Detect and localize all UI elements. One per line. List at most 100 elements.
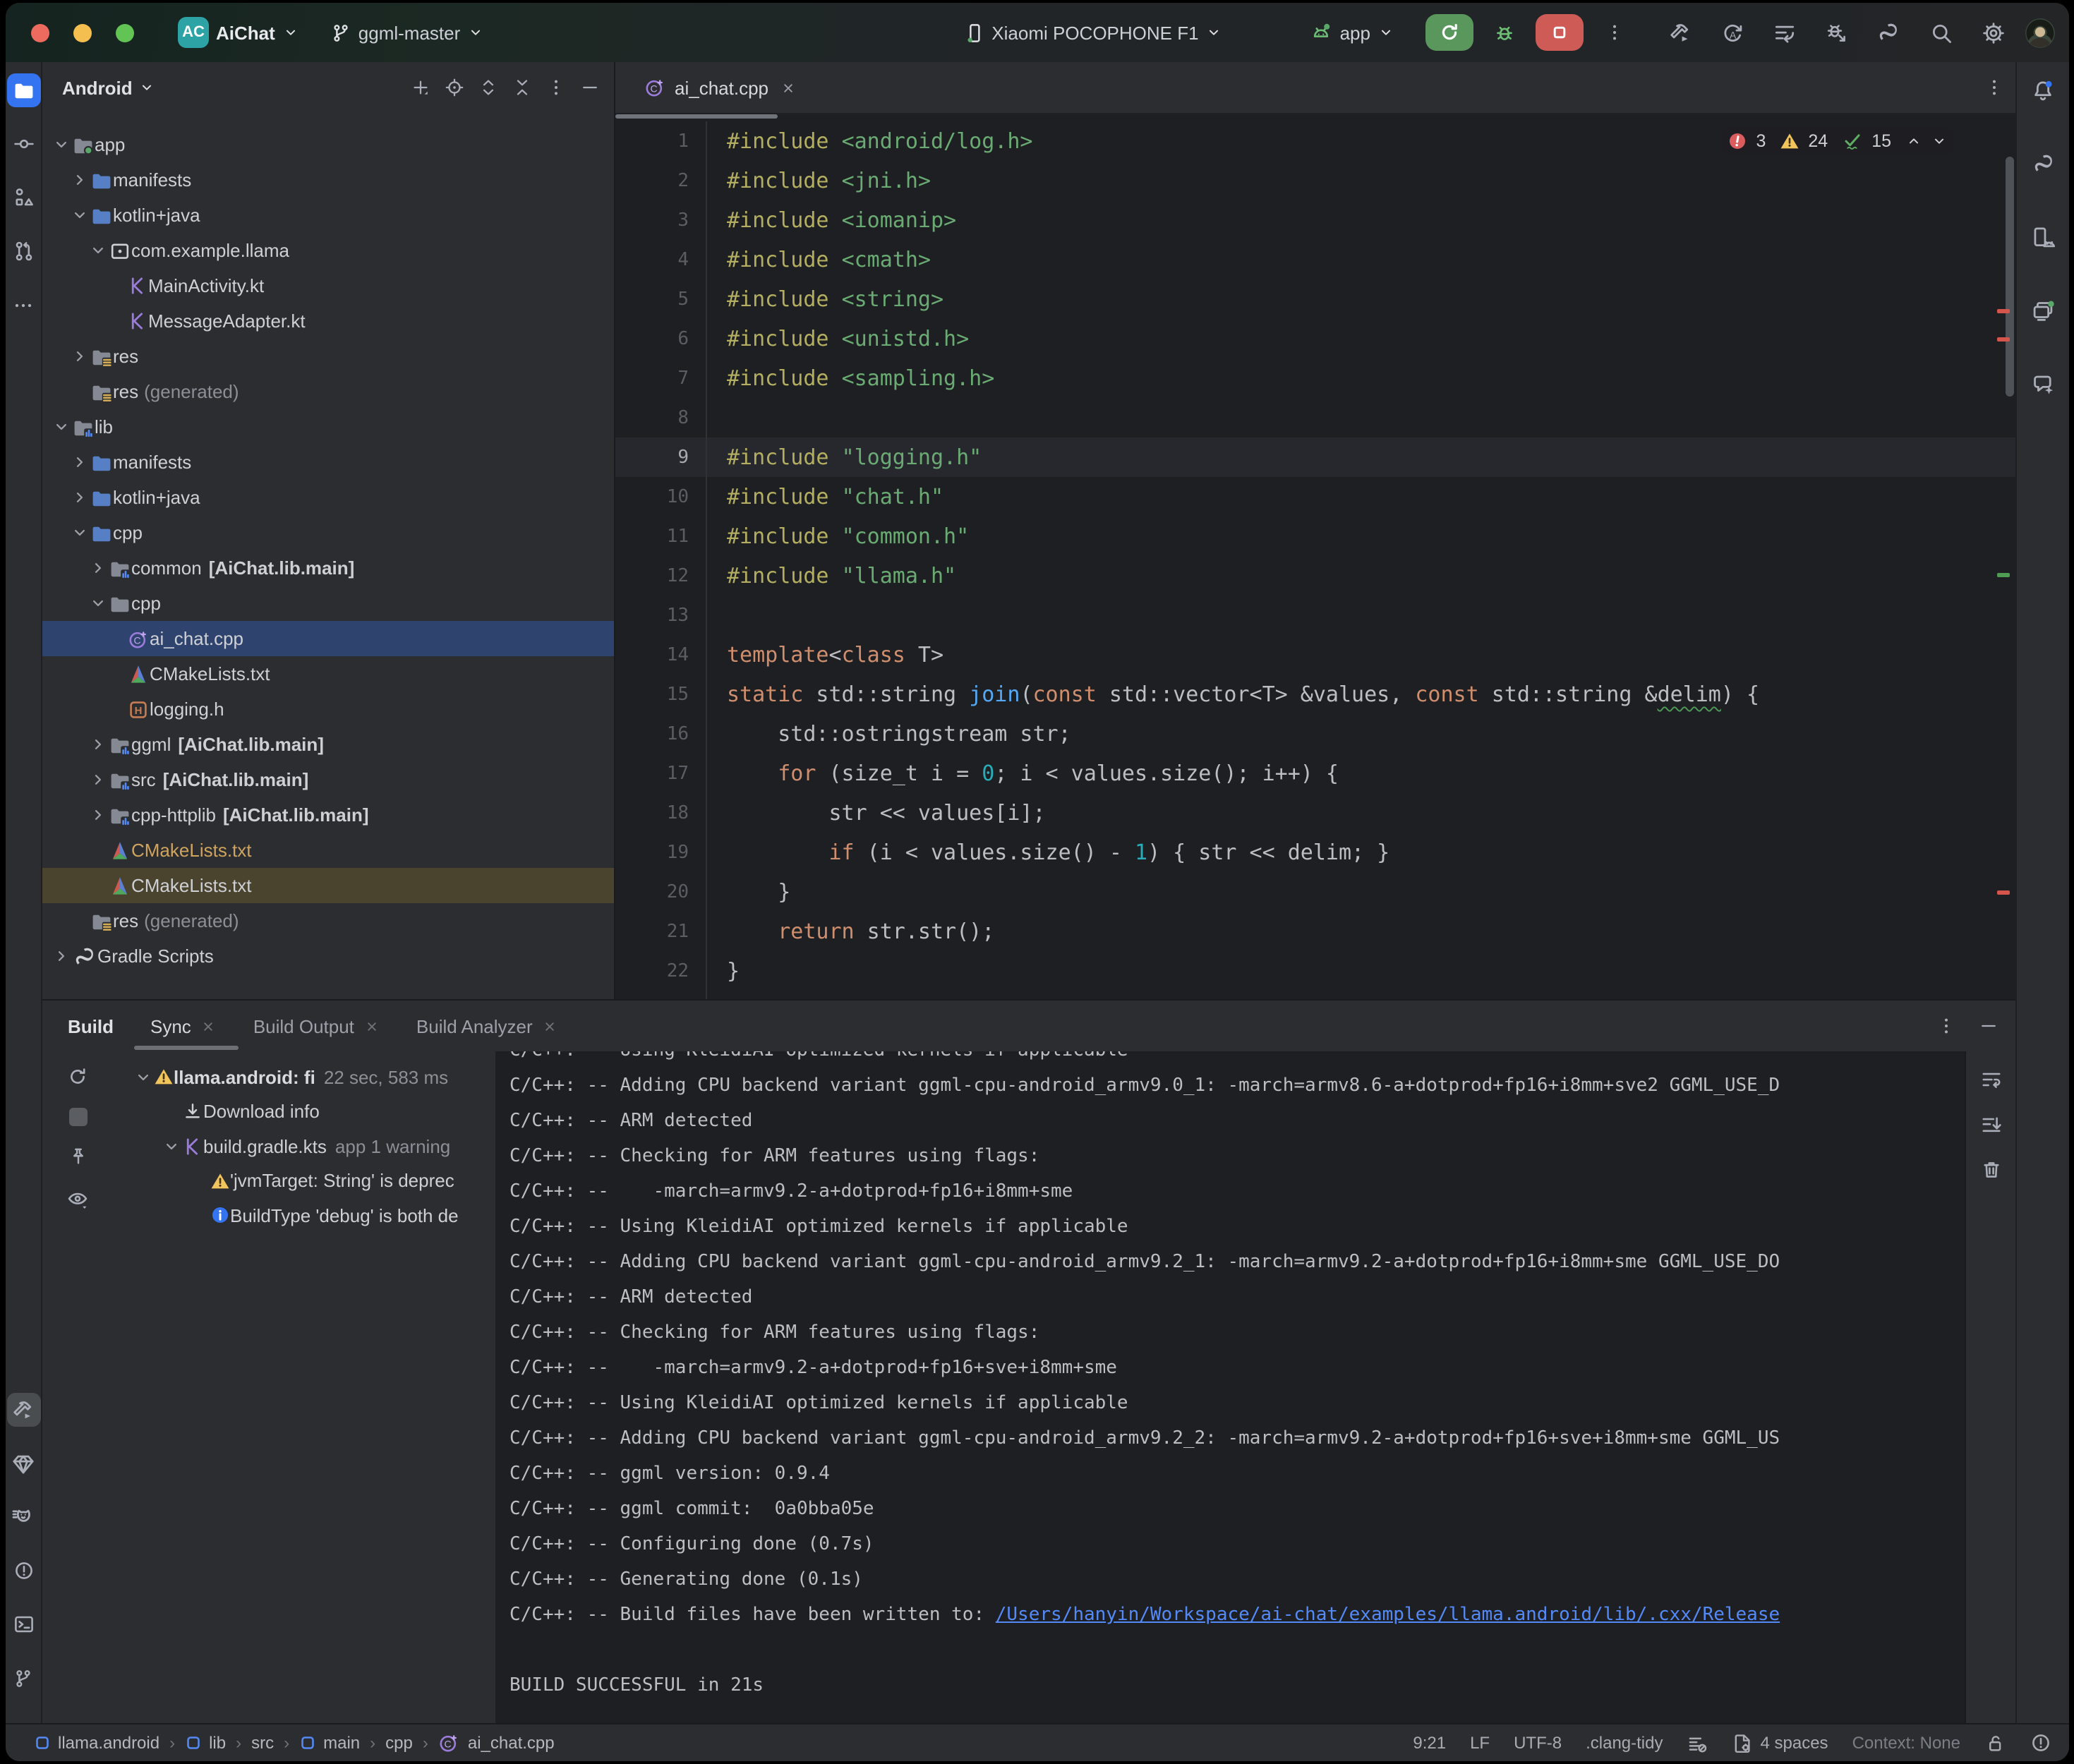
dependencies-tool-button[interactable] — [6, 1446, 40, 1480]
tree-item[interactable]: kotlin+java — [42, 480, 614, 515]
gradle-tool-button[interactable] — [2026, 147, 2060, 181]
stop-app-button[interactable] — [1536, 14, 1584, 51]
close-window-button[interactable] — [31, 23, 49, 42]
indent-config[interactable]: 4 spaces — [1732, 1732, 1828, 1753]
build-tool-button[interactable] — [6, 1393, 40, 1427]
error-stripe-mark[interactable] — [1997, 309, 2010, 313]
chevron-down-icon[interactable] — [88, 593, 109, 614]
tree-item[interactable]: res(generated) — [42, 374, 614, 409]
close-tab-icon[interactable] — [543, 1018, 558, 1034]
add-icon[interactable] — [411, 78, 430, 97]
scroll-to-end-icon[interactable] — [1979, 1113, 2002, 1136]
build-tree-item[interactable]: Download info — [113, 1094, 495, 1129]
lock-toggle[interactable] — [1984, 1732, 2006, 1753]
chevron-down-icon[interactable] — [51, 416, 72, 437]
build-tab-sync[interactable]: Sync — [150, 1001, 217, 1051]
stop-sync-icon[interactable] — [68, 1108, 87, 1126]
tree-item[interactable]: Hlogging.h — [42, 691, 614, 727]
tree-item[interactable]: MainActivity.kt — [42, 268, 614, 303]
tree-item[interactable]: Cai_chat.cpp — [42, 621, 614, 656]
tree-item[interactable]: manifests — [42, 445, 614, 480]
commit-tool-button[interactable] — [6, 127, 40, 161]
tree-item[interactable]: MessageAdapter.kt — [42, 303, 614, 339]
tree-item[interactable]: cpp — [42, 586, 614, 621]
run-configuration-selector[interactable]: app — [1310, 21, 1394, 44]
tree-item[interactable]: lib — [42, 409, 614, 445]
chevron-down-icon[interactable] — [51, 134, 72, 155]
build-project-button[interactable] — [1660, 14, 1699, 51]
code-style-config[interactable]: .clang-tidy — [1586, 1733, 1663, 1753]
breadcrumb-item[interactable]: src — [251, 1733, 274, 1753]
chevron-right-icon[interactable] — [69, 169, 90, 191]
preview-eye-icon[interactable] — [66, 1187, 89, 1209]
device-selector[interactable]: Xiaomi POCOPHONE F1 — [963, 22, 1222, 43]
hide-panel-icon[interactable] — [1979, 1016, 1998, 1036]
breadcrumb-item[interactable]: cpp — [385, 1733, 413, 1753]
close-tab-icon[interactable] — [780, 80, 795, 95]
branch-widget[interactable]: ggml-master — [330, 22, 485, 43]
project-view-selector[interactable]: Android — [62, 77, 133, 98]
tree-item[interactable]: Gradle Scripts — [42, 938, 614, 974]
tree-item[interactable]: app — [42, 127, 614, 162]
locate-file-icon[interactable] — [445, 78, 464, 97]
close-tab-icon[interactable] — [364, 1018, 380, 1034]
editor-horizontal-scrollbar[interactable] — [615, 114, 778, 119]
tree-item[interactable]: res — [42, 339, 614, 374]
clear-all-icon[interactable] — [1979, 1159, 2002, 1181]
build-variants-button[interactable] — [1764, 14, 1804, 51]
chevron-right-icon[interactable] — [69, 452, 90, 473]
resolve-context[interactable]: Context: None — [1852, 1733, 1960, 1753]
editor-vertical-scrollbar[interactable] — [2006, 157, 2014, 397]
file-encoding[interactable]: UTF-8 — [1514, 1733, 1562, 1753]
build-tree-item[interactable]: llama.android: fi22 sec, 583 ms — [113, 1060, 495, 1094]
editor-options-icon[interactable] — [1984, 78, 2004, 97]
build-tab-build-analyzer[interactable]: Build Analyzer — [416, 1001, 558, 1051]
pin-icon[interactable] — [67, 1146, 88, 1167]
tree-item[interactable]: CMakeLists.txt — [42, 868, 614, 903]
device-manager-tool-button[interactable] — [2026, 220, 2060, 254]
sync-project-button[interactable]: A — [1712, 14, 1752, 51]
attach-debugger-button[interactable] — [1816, 14, 1856, 51]
breadcrumb-item[interactable]: llama.android — [34, 1733, 159, 1753]
chevron-right-icon[interactable] — [88, 734, 109, 755]
chevron-down-icon[interactable] — [69, 522, 90, 543]
tree-item[interactable]: manifests — [42, 162, 614, 198]
settings-button[interactable] — [1973, 14, 2013, 51]
soft-wrap-icon[interactable] — [1979, 1068, 2002, 1091]
minimize-window-button[interactable] — [73, 23, 92, 42]
tree-item[interactable]: ggml[AiChat.lib.main] — [42, 727, 614, 762]
project-tool-button[interactable] — [6, 73, 40, 107]
tree-item[interactable]: common[AiChat.lib.main] — [42, 550, 614, 586]
tree-item[interactable]: src[AiChat.lib.main] — [42, 762, 614, 797]
more-tools-button[interactable] — [6, 288, 40, 322]
code-area[interactable]: 3 24 15 1#include <android/log.h>2#inclu… — [615, 114, 2015, 999]
user-avatar[interactable] — [2025, 18, 2055, 47]
chevron-right-icon[interactable] — [51, 946, 72, 967]
chevron-down-icon[interactable] — [88, 240, 109, 261]
tree-item[interactable]: com.example.llama — [42, 233, 614, 268]
run-more-options-button[interactable] — [1595, 14, 1634, 51]
kebab-menu-icon[interactable] — [1936, 1016, 1956, 1036]
pull-requests-tool-button[interactable] — [6, 234, 40, 268]
terminal-tool-button[interactable] — [6, 1607, 40, 1641]
line-ending[interactable]: LF — [1470, 1733, 1490, 1753]
prev-problem-icon[interactable] — [1905, 132, 1922, 149]
inspections-widget[interactable]: 3 24 15 — [1722, 127, 1953, 154]
chevron-down-icon[interactable] — [161, 1137, 182, 1156]
build-tree-item[interactable]: BuildType 'debug' is both de — [113, 1198, 495, 1233]
next-problem-icon[interactable] — [1931, 132, 1948, 149]
collapse-all-icon[interactable] — [512, 78, 532, 97]
build-tab-build-output[interactable]: Build Output — [253, 1001, 380, 1051]
chevron-down-icon[interactable] — [133, 1068, 154, 1087]
notifications-tool-button[interactable] — [2026, 73, 2060, 107]
tree-item[interactable]: CMakeLists.txt — [42, 656, 614, 691]
tree-item[interactable]: cpp — [42, 515, 614, 550]
breadcrumb-item[interactable]: Cai_chat.cpp — [438, 1732, 555, 1754]
close-tab-icon[interactable] — [201, 1018, 217, 1034]
search-everywhere-button[interactable] — [1921, 14, 1960, 51]
tree-item[interactable]: CMakeLists.txt — [42, 833, 614, 868]
chevron-right-icon[interactable] — [69, 487, 90, 508]
tree-item[interactable]: kotlin+java — [42, 198, 614, 233]
chevron-down-icon[interactable] — [69, 205, 90, 226]
gradle-sync-button[interactable] — [1869, 14, 1908, 51]
